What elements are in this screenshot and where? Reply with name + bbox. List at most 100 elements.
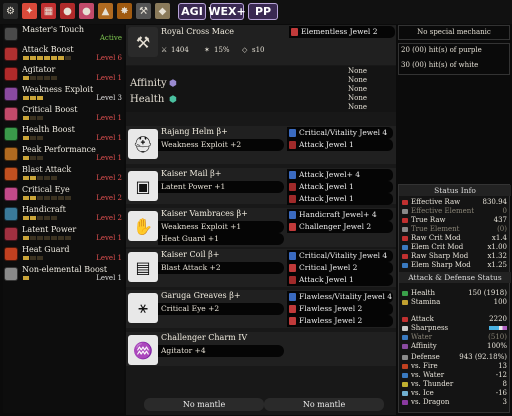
top-toolbar: ⚙ ✦ ▦ ● ● ▲ ✸ ⚒ ◆ AGI WEX+ PP	[0, 0, 512, 24]
skill-pip	[65, 236, 71, 240]
skill-item[interactable]: Critical Eye Level 2	[3, 185, 124, 205]
status-title: Status Info	[399, 185, 511, 196]
stat-value: x1.32	[487, 252, 507, 260]
deco-slot[interactable]: Critical/Vitality Jewel 4	[287, 127, 393, 139]
armor-name: Kaiser Vambraces β+	[161, 209, 248, 218]
skill-item[interactable]: Weakness Exploit Level 3	[3, 85, 124, 105]
bug-icon[interactable]: ✸	[117, 3, 132, 19]
deco-slot[interactable]: Attack Jewel 1	[287, 193, 393, 205]
equipment-panel: ⚒ Royal Cross Mace ⚔ 1404 ✶ 15% ◇ s10 Elementles…	[126, 25, 396, 415]
deco-slot[interactable]: Flawless/Vitality Jewel 4	[287, 291, 393, 303]
stat-icon	[402, 382, 408, 387]
helm-icon: ⛑	[128, 129, 158, 159]
stat-label: vs. Dragon	[411, 398, 450, 406]
deco-slot[interactable]: Flawless Jewel 2	[287, 315, 393, 327]
toolbar-button-pp[interactable]: PP	[248, 3, 278, 20]
skill-pip	[44, 236, 50, 240]
skill-level: Level 2	[96, 194, 122, 202]
armor-row[interactable]: ♒ Challenger Charm IV Agitator +4	[126, 332, 396, 366]
skill-pip	[37, 216, 43, 220]
none-value: None	[348, 94, 367, 102]
deco-name: Attack Jewel 1	[299, 140, 354, 149]
skill-item[interactable]: Health Boost Level 1	[3, 125, 124, 145]
charm-icon: ♒	[128, 335, 158, 365]
stat-icon	[402, 364, 408, 369]
skill-name: Critical Eye	[22, 185, 70, 194]
skill-icon	[4, 247, 18, 261]
stat-value: 100	[493, 298, 507, 306]
skill-item[interactable]: Blast Attack Level 2	[3, 165, 124, 185]
deco-slot[interactable]: Attack Jewel 1	[287, 139, 393, 151]
skill-pip	[65, 56, 71, 60]
stat-icon	[402, 200, 408, 205]
toolbar-button-wex-plus[interactable]: WEX+	[208, 3, 246, 20]
deco-slot[interactable]: Handicraft Jewel+ 4	[287, 209, 393, 221]
stat-row: vs. Dragon 3	[401, 398, 509, 407]
skill-name: Heat Guard	[22, 245, 70, 254]
deco-slot[interactable]: Challenger Jewel 2	[287, 221, 393, 233]
skill-item[interactable]: Non-elemental Boost Level 1	[3, 265, 124, 285]
stat-value: 2220	[489, 315, 507, 323]
skill-pip	[30, 96, 36, 100]
jewel-icon	[289, 276, 296, 284]
skill-pip	[65, 196, 71, 200]
grid-icon[interactable]: ▦	[41, 3, 56, 19]
skill-pip	[37, 116, 43, 120]
weapon-row[interactable]: ⚒ Royal Cross Mace ⚔ 1404 ✶ 15% ◇ s10 Elementles…	[126, 25, 396, 65]
skill-item[interactable]: Master's Touch Active	[3, 25, 124, 45]
stat-label: Elem Crit Mod	[411, 243, 464, 251]
skill-item[interactable]: Attack Boost Level 6	[3, 45, 124, 65]
deco-name: Attack Jewel 1	[299, 275, 354, 284]
deco-slot[interactable]: Attack Jewel 1	[287, 274, 393, 286]
skill-pip	[23, 156, 29, 160]
armor-row[interactable]: ▣ Kaiser Mail β+ Latent Power +1 Attack Jew…	[126, 168, 396, 205]
skill-pip	[51, 56, 57, 60]
stat-label: vs. Ice	[411, 389, 434, 397]
skill-level-pips	[23, 256, 43, 260]
hammer-icon[interactable]: ⚒	[136, 3, 151, 19]
skill-name: Non-elemental Boost	[22, 265, 108, 274]
skill-item[interactable]: Agitator Level 1	[3, 65, 124, 85]
jewel-icon	[289, 252, 296, 260]
armor-row[interactable]: ✋ Kaiser Vambraces β+ Weakness Exploit +1 H…	[126, 208, 396, 247]
deco-name: Flawless Jewel 2	[299, 304, 363, 313]
skill-item[interactable]: Latent Power Level 1	[3, 225, 124, 245]
armor-skill: Blast Attack +2	[161, 263, 221, 272]
weapon-deco-slot[interactable]: Elementless Jewel 2	[289, 26, 395, 38]
stat-icon	[402, 218, 408, 223]
jewel-icon	[289, 293, 296, 301]
skill-pip	[23, 256, 29, 260]
skill-name: Handicraft	[22, 205, 66, 214]
deco-slot[interactable]: Attack Jewel 1	[287, 181, 393, 193]
skill-item[interactable]: Peak Performance Level 1	[3, 145, 124, 165]
gear-icon[interactable]: ⚙	[3, 3, 18, 19]
skill-name: Peak Performance	[22, 145, 96, 154]
deco-slot[interactable]: Attack Jewel+ 4	[287, 169, 393, 181]
armor-row[interactable]: ⚹ Garuga Greaves β+ Critical Eye +2 Flawles…	[126, 290, 396, 328]
deco-name: Critical/Vitality Jewel 4	[299, 128, 388, 137]
pill-icon[interactable]: ◆	[155, 3, 170, 19]
skill-item[interactable]: Heat Guard Level 1	[3, 245, 124, 265]
stat-value: 100%	[486, 342, 507, 350]
skill-icon	[4, 27, 18, 41]
skill-pip	[23, 96, 29, 100]
mantle-slot[interactable]: No mantle	[264, 398, 384, 411]
armor-row[interactable]: ▤ Kaiser Coil β+ Blast Attack +2 Critical/V…	[126, 249, 396, 287]
flask-icon[interactable]: ▲	[98, 3, 113, 19]
paint-icon[interactable]: ✦	[22, 3, 37, 19]
jewel-icon	[289, 171, 296, 179]
mantle-slot[interactable]: No mantle	[144, 398, 264, 411]
deco-slot[interactable]: Flawless Jewel 2	[287, 303, 393, 315]
stat-row: Elem Crit Mod x1.00	[401, 243, 509, 252]
skill-item[interactable]: Handicraft Level 2	[3, 205, 124, 225]
potion-pink-icon[interactable]: ●	[79, 3, 94, 19]
skill-item[interactable]: Critical Boost Level 1	[3, 105, 124, 125]
toolbar-button-agi[interactable]: AGI	[178, 3, 206, 20]
skill-pip	[44, 196, 50, 200]
deco-slot[interactable]: Critical/Vitality Jewel 4	[287, 250, 393, 262]
stat-label: Attack	[411, 315, 434, 323]
armor-row[interactable]: ⛑ Rajang Helm β+ Weakness Exploit +2 Critic…	[126, 126, 396, 164]
deco-slot[interactable]: Critical Jewel 2	[287, 262, 393, 274]
potion-red-icon[interactable]: ●	[60, 3, 75, 19]
stat-value: (510)	[488, 333, 507, 341]
